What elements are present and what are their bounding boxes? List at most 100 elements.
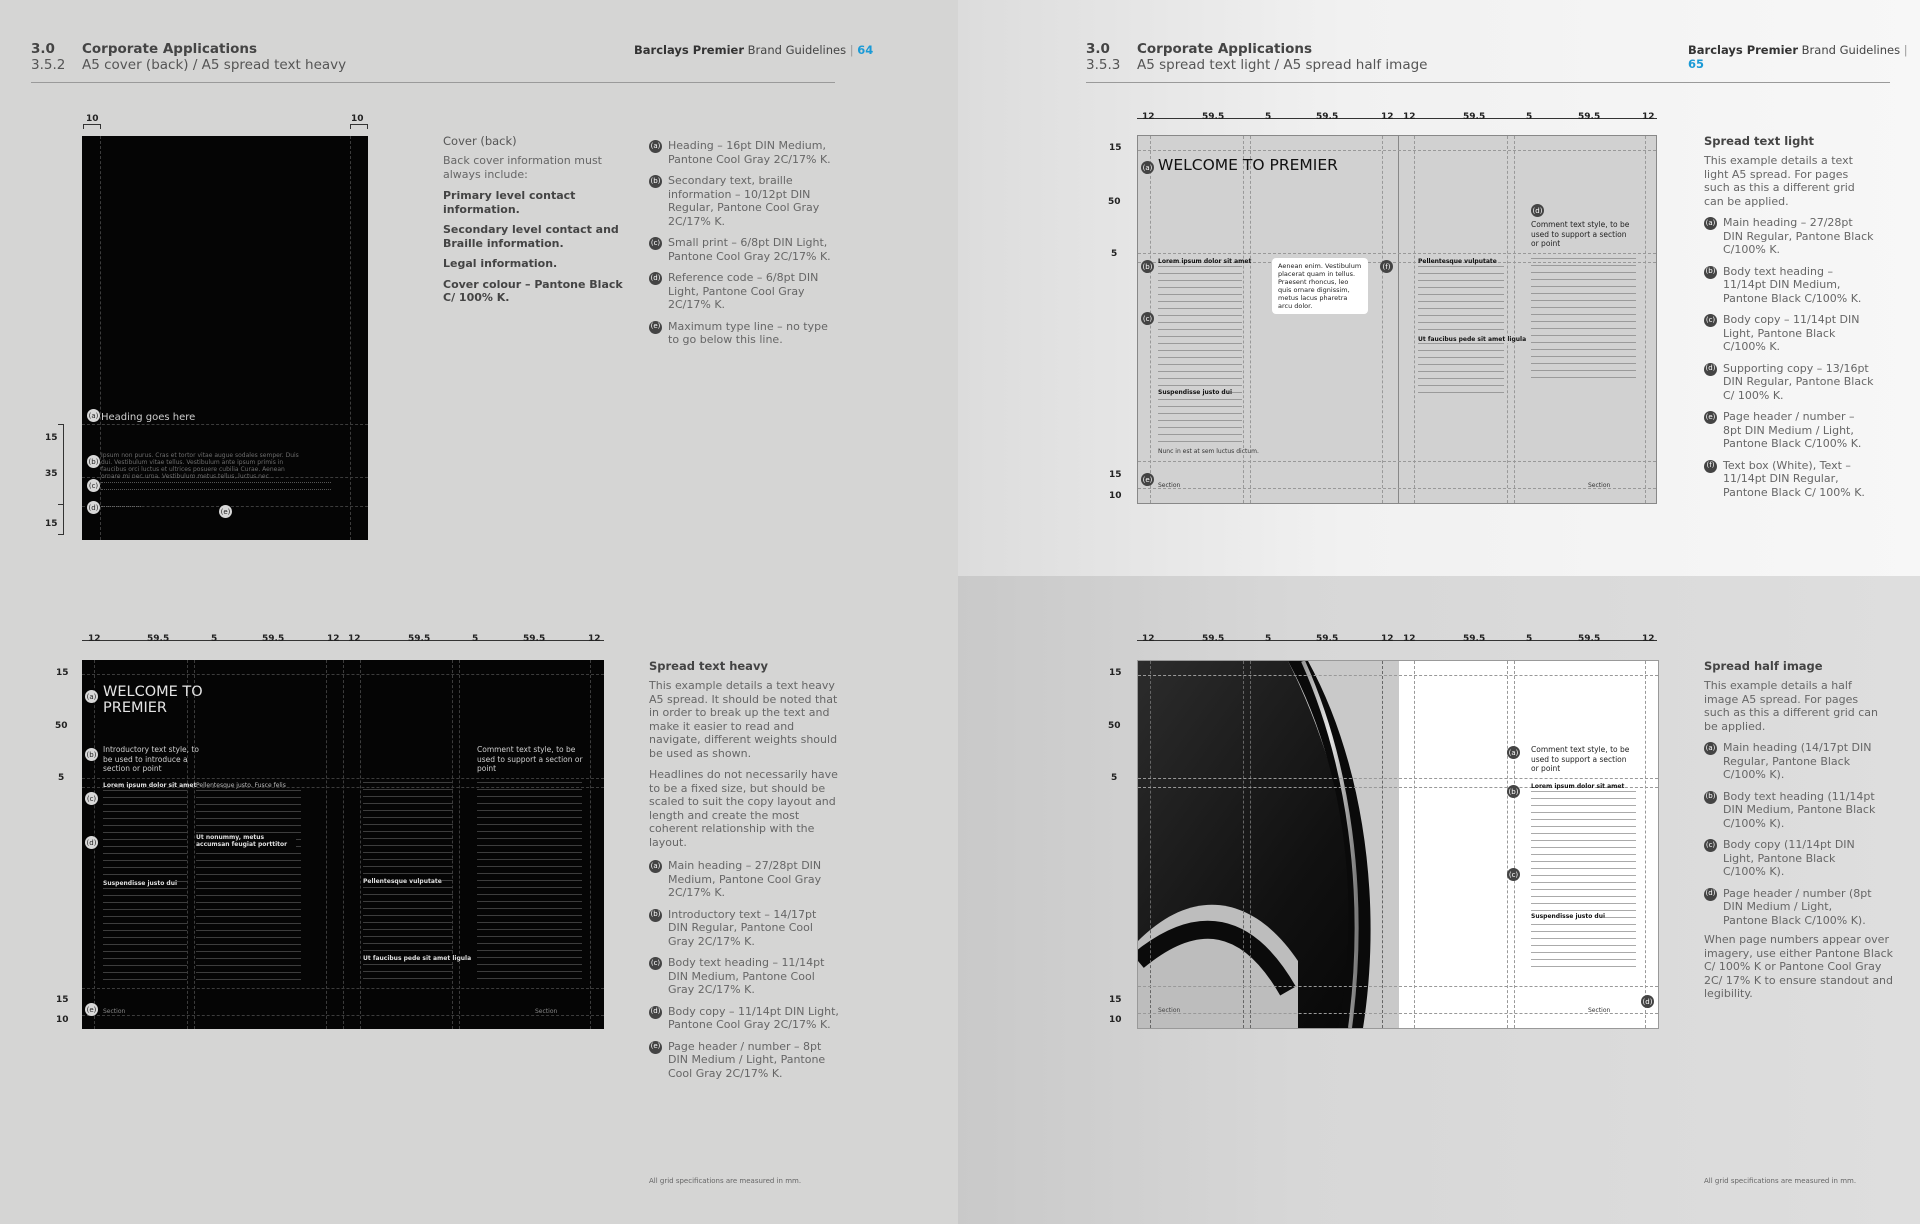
spec-marker: (c)	[649, 237, 662, 250]
spec-marker: (b)	[649, 908, 662, 922]
light-main-heading: WELCOME TO PREMIER	[1158, 156, 1338, 174]
subsection-title: A5 spread text light / A5 spread half im…	[1137, 57, 1428, 73]
spread-light-p1: This example details a text light A5 spr…	[1704, 154, 1855, 208]
cover-info-intro: Back cover information must always inclu…	[443, 154, 602, 181]
col-dim: 12	[1142, 112, 1155, 122]
dim-top-right: 10	[351, 114, 364, 124]
row-dim: 10	[1109, 491, 1122, 501]
grid-line	[1645, 661, 1646, 1028]
col-dim: 12	[1381, 112, 1394, 122]
spread-heavy-p1: This example details a text heavy A5 spr…	[649, 679, 838, 760]
col-dim: 5	[1265, 634, 1272, 644]
spread-footer-left: Section	[103, 1008, 126, 1015]
brand-name: Barclays Premier	[634, 43, 745, 57]
page-header-right: Barclays Premier Brand Guidelines | 65	[1688, 43, 1908, 71]
spec-text: Main heading – 27/28pt DIN Regular, Pant…	[1723, 216, 1874, 256]
row-dim: 5	[1111, 249, 1118, 259]
section-title: Corporate Applications	[82, 41, 257, 57]
body-heading: Pellentesque vulputate	[363, 878, 442, 885]
spread-footer-left: Section	[1158, 1007, 1181, 1014]
spec-item: (d) Page header / number (8pt DIN Medium …	[1704, 887, 1879, 928]
spread-light-info: Spread text light This example details a…	[1704, 134, 1894, 499]
grid-line	[1414, 136, 1415, 503]
col-dim: 59.5	[262, 634, 285, 644]
spec-marker: (d)	[649, 1005, 662, 1019]
spec-item: (f) Text box (White), Text – 11/14pt DIN …	[1704, 459, 1874, 500]
body-heading: Suspendisse justo dui	[1531, 913, 1606, 920]
col-dim: 59.5	[1578, 112, 1601, 122]
header-rule	[31, 82, 835, 83]
dim-bracket-right	[350, 124, 368, 129]
marker-d: (d)	[1531, 204, 1544, 217]
spec-marker: (d)	[649, 272, 662, 285]
spread-half-info: Spread half image This example details a…	[1704, 659, 1899, 1001]
cover-info: Cover (back) Back cover information must…	[443, 134, 623, 305]
col-dim: 5	[1526, 112, 1533, 122]
abstract-photo	[1138, 661, 1399, 1028]
body-heading: Ut faucibus pede sit amet ligula	[363, 955, 472, 962]
row-dim: 15	[56, 995, 69, 1005]
spread-gutter	[1398, 136, 1399, 503]
marker-e: (e)	[85, 1003, 98, 1016]
marker-b: (b)	[1141, 260, 1154, 273]
row-dim: 15	[1109, 668, 1122, 678]
section-number: 3.0	[1086, 41, 1110, 57]
page-header-right: Barclays Premier Brand Guidelines | 64	[634, 43, 874, 57]
grid-line	[360, 660, 361, 1029]
marker-b: (b)	[85, 748, 98, 761]
dim-15b: 15	[45, 519, 58, 529]
col-dim: 12	[1403, 112, 1416, 122]
marker-a: (a)	[1141, 161, 1154, 174]
marker-a: (a)	[85, 690, 98, 703]
marker-c: (c)	[1507, 868, 1520, 881]
spec-item: (b) Body text heading – 11/14pt DIN Mediu…	[1704, 265, 1874, 306]
spec-item: (e) Page header / number – 8pt DIN Medium…	[649, 1040, 839, 1081]
body-heading: Lorem ipsum dolor sit amet	[1531, 783, 1625, 790]
grid-line	[1645, 136, 1646, 503]
col-dim: 12	[1142, 634, 1155, 644]
spread-heavy-p2: Headlines do not necessarily have to be …	[649, 768, 838, 849]
body-heading: Pellentesque justo. Fusce felis	[196, 782, 286, 789]
col-dim: 59.5	[1202, 634, 1225, 644]
section-number: 3.0	[31, 41, 55, 57]
spec-text: Body copy (11/14pt DIN Light, Pantone Bl…	[1723, 838, 1855, 878]
body-heading: Suspendisse justo dui	[103, 880, 178, 887]
col-dim: 59.5	[1316, 112, 1339, 122]
spread-half-title: Spread half image	[1704, 659, 1823, 673]
spec-item: (e) Page header / number – 8pt DIN Medium…	[1704, 410, 1874, 451]
grid-line	[1382, 136, 1383, 503]
spec-text: Heading – 16pt DIN Medium, Pantone Cool …	[668, 139, 831, 166]
grid-line	[1150, 661, 1151, 1028]
grid-line	[343, 660, 344, 1029]
spec-text: Page header / number (8pt DIN Medium / L…	[1723, 886, 1872, 927]
footnote: All grid specifications are measured in …	[649, 1177, 802, 1185]
spread-half-p2: When page numbers appear over imagery, u…	[1704, 933, 1894, 1000]
spec-marker: (c)	[1704, 314, 1717, 327]
col-dim: 12	[88, 634, 101, 644]
cover-heading: Heading goes here	[101, 412, 196, 423]
row-dim: 15	[1109, 995, 1122, 1005]
row-dim: 50	[1108, 721, 1121, 731]
marker-a: (a)	[87, 409, 100, 422]
spec-text: Body text heading – 11/14pt DIN Medium, …	[668, 956, 825, 996]
spec-item: (b) Secondary text, braille information –…	[649, 174, 839, 228]
spread-half-p1: This example details a half image A5 spr…	[1704, 679, 1879, 733]
col-dim: 12	[1403, 634, 1416, 644]
col-dim: 12	[327, 634, 340, 644]
spec-item: (a) Main heading – 27/28pt DIN Medium, Pa…	[649, 859, 839, 900]
spec-text: Maximum type line – no type to go below …	[668, 319, 828, 347]
spec-marker: (e)	[1704, 411, 1717, 424]
grid-line	[1514, 136, 1515, 503]
body-copy-block	[196, 790, 301, 980]
col-dim: 59.5	[1578, 634, 1601, 644]
spread-light-title: Spread text light	[1704, 134, 1814, 148]
grid-line	[1243, 661, 1244, 1028]
marker-b: (b)	[87, 455, 100, 468]
col-dim: 59.5	[147, 634, 170, 644]
spec-text: Reference code – 6/8pt DIN Light, Panton…	[668, 271, 819, 311]
light-comment-text: Comment text style, to be used to suppor…	[1531, 220, 1630, 248]
cover-small-print	[101, 482, 331, 490]
spread-footer-left: Section	[1158, 482, 1181, 489]
spec-marker: (d)	[1704, 362, 1717, 376]
body-copy-block	[1531, 258, 1636, 378]
